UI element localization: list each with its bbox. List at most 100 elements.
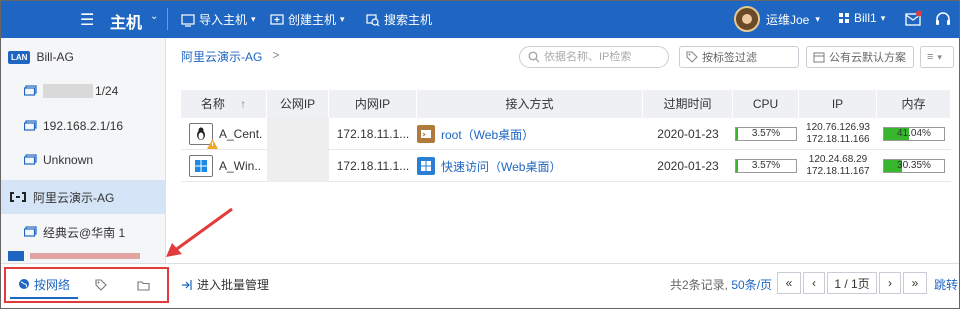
ip-secondary: 172.18.11.167 xyxy=(806,166,870,177)
hamburger-icon[interactable]: ☰ xyxy=(80,10,94,30)
records-count: 共2条记录, xyxy=(670,278,729,292)
chevron-down-icon: ▾ xyxy=(251,14,256,24)
sidebar-item-subnet-2[interactable]: 192.168.2.1/16 xyxy=(0,109,166,143)
headset-icon[interactable] xyxy=(934,10,952,28)
search-input[interactable] xyxy=(544,51,664,63)
search-box[interactable] xyxy=(519,46,669,68)
chevron-down-icon: ▾ xyxy=(937,51,942,62)
search-icon xyxy=(366,13,380,26)
folder-icon xyxy=(136,280,150,291)
masked-public-ip xyxy=(267,150,329,182)
create-host-button[interactable]: 创建主机 ▾ xyxy=(270,11,345,28)
access-link[interactable]: root（Web桌面） xyxy=(441,126,534,143)
user-name: 运维Joe xyxy=(766,12,810,27)
account-icon xyxy=(839,13,849,23)
cpu-cell: 3.57% xyxy=(733,150,799,182)
expire-date: 2020-01-23 xyxy=(657,159,719,173)
chevron-down-icon: ▾ xyxy=(880,12,886,23)
ip-cell: 120.76.126.93 172.18.11.166 xyxy=(799,118,877,150)
cloud-icon xyxy=(8,190,28,204)
cpu-value: 3.57% xyxy=(751,128,781,139)
public-ip-cell xyxy=(267,118,329,150)
col-name[interactable]: 名称 ↑ xyxy=(181,90,267,118)
top-bar: ☰ 主机 ⌄ 导入主机 ▾ 创建主机 ▾ 搜索主机 运维Joe ▾ Bill1 … xyxy=(0,0,960,38)
table-row[interactable]: A_Win.. 172.18.11.1... 快速访问（Web桌面） 2020-… xyxy=(181,150,951,182)
batch-manage-label: 进入批量管理 xyxy=(197,278,270,292)
app-title: 主机 xyxy=(110,15,143,32)
sort-menu[interactable]: ≡ ▾ xyxy=(920,46,954,68)
cloud-scheme-select[interactable]: 公有云默认方案 xyxy=(806,46,914,68)
sidebar-item-aliyun-demo[interactable]: 阿里云演示-AG xyxy=(0,180,166,214)
account-menu[interactable]: Bill1 ▾ xyxy=(838,11,885,25)
memory-cell: 41.04% xyxy=(877,118,951,150)
prev-page-button[interactable]: ‹ xyxy=(803,272,825,294)
sidebar-item-label: Unknown xyxy=(43,153,94,167)
create-host-label: 创建主机 xyxy=(288,13,337,27)
search-icon xyxy=(528,51,540,63)
col-cpu: CPU xyxy=(733,90,799,118)
private-ip: 172.18.11.1... xyxy=(336,127,410,141)
access-cell: root（Web桌面） xyxy=(417,118,643,150)
masked-public-ip xyxy=(267,118,329,150)
search-host-label: 搜索主机 xyxy=(384,13,433,27)
host-name[interactable]: A_Cent. xyxy=(219,127,262,141)
page-size-select[interactable]: 50条/页 xyxy=(731,278,772,292)
windows-icon xyxy=(189,155,213,177)
sidebar-item-unknown[interactable]: Unknown xyxy=(0,143,166,177)
page-indicator[interactable]: 1 / 1页 xyxy=(827,272,877,294)
linux-icon xyxy=(189,123,218,149)
table-row[interactable]: A_Cent. 172.18.11.1... root（Web桌面） 2020-… xyxy=(181,118,951,150)
cloud-icon xyxy=(8,251,24,261)
highlight-box: 按网络 xyxy=(4,267,169,303)
ip-primary: 120.76.126.93 xyxy=(806,122,870,133)
import-host-label: 导入主机 xyxy=(199,13,248,27)
partial-item-label xyxy=(30,253,140,259)
breadcrumb-item[interactable]: 阿里云演示-AG xyxy=(181,48,262,65)
masked-text xyxy=(43,84,93,98)
chevron-down-icon[interactable]: ⌄ xyxy=(150,11,158,22)
sidebar-item-label: 192.168.2.1/16 xyxy=(43,119,124,133)
col-ip: IP xyxy=(799,90,877,118)
tab-by-network[interactable]: 按网络 xyxy=(10,271,78,299)
first-page-button[interactable]: « xyxy=(777,272,801,294)
avatar xyxy=(734,6,760,32)
sidebar-item-label: 阿里云演示-AG xyxy=(33,190,115,205)
divider xyxy=(167,8,168,30)
next-page-button[interactable]: › xyxy=(879,272,901,294)
network-icon xyxy=(24,119,38,133)
tag-filter-label: 按标签过滤 xyxy=(702,52,757,64)
footer: 按网络 进入批量管理 共2条记录, 50条/页 « ‹ 1 / 1页 › » 跳… xyxy=(0,263,960,303)
sidebar-item-partial[interactable] xyxy=(0,250,166,262)
host-name[interactable]: A_Win.. xyxy=(219,159,261,173)
breadcrumb: 阿里云演示-AG > xyxy=(181,48,279,65)
search-host-button[interactable]: 搜索主机 xyxy=(366,11,432,28)
public-ip-cell xyxy=(267,150,329,182)
memory-bar: 30.35% xyxy=(883,159,945,173)
globe-icon xyxy=(18,279,29,289)
col-access: 接入方式 xyxy=(417,90,643,118)
cpu-cell: 3.57% xyxy=(733,118,799,150)
tab-by-tag[interactable] xyxy=(84,271,118,299)
records-info: 共2条记录, 50条/页 xyxy=(670,276,772,293)
user-menu[interactable]: 运维Joe ▾ xyxy=(734,6,820,32)
col-private-ip: 内网IP xyxy=(329,90,417,118)
col-public-ip: 公网IP xyxy=(267,90,329,118)
tab-by-folder[interactable] xyxy=(126,271,160,299)
mail-icon[interactable] xyxy=(904,10,922,28)
tag-filter[interactable]: 按标签过滤 xyxy=(679,46,799,68)
last-page-button[interactable]: » xyxy=(903,272,927,294)
ssh-icon xyxy=(417,125,435,143)
sidebar-item-bill-ag[interactable]: LAN Bill-AG xyxy=(0,40,166,74)
batch-manage-button[interactable]: 进入批量管理 xyxy=(181,276,269,293)
jump-button[interactable]: 跳转 xyxy=(934,276,958,293)
access-cell: 快速访问（Web桌面） xyxy=(417,150,643,182)
cpu-bar: 3.57% xyxy=(735,127,797,141)
access-link[interactable]: 快速访问（Web桌面） xyxy=(441,158,561,175)
calendar-icon xyxy=(813,52,825,63)
expire-date: 2020-01-23 xyxy=(657,127,719,141)
sidebar-item-classic-cloud[interactable]: 经典云@华南 1 xyxy=(0,215,166,249)
warning-icon xyxy=(207,139,218,149)
chevron-down-icon: ▾ xyxy=(340,14,345,24)
sidebar-item-subnet-1[interactable]: 1/24 xyxy=(0,74,166,108)
import-host-button[interactable]: 导入主机 ▾ xyxy=(181,11,256,28)
